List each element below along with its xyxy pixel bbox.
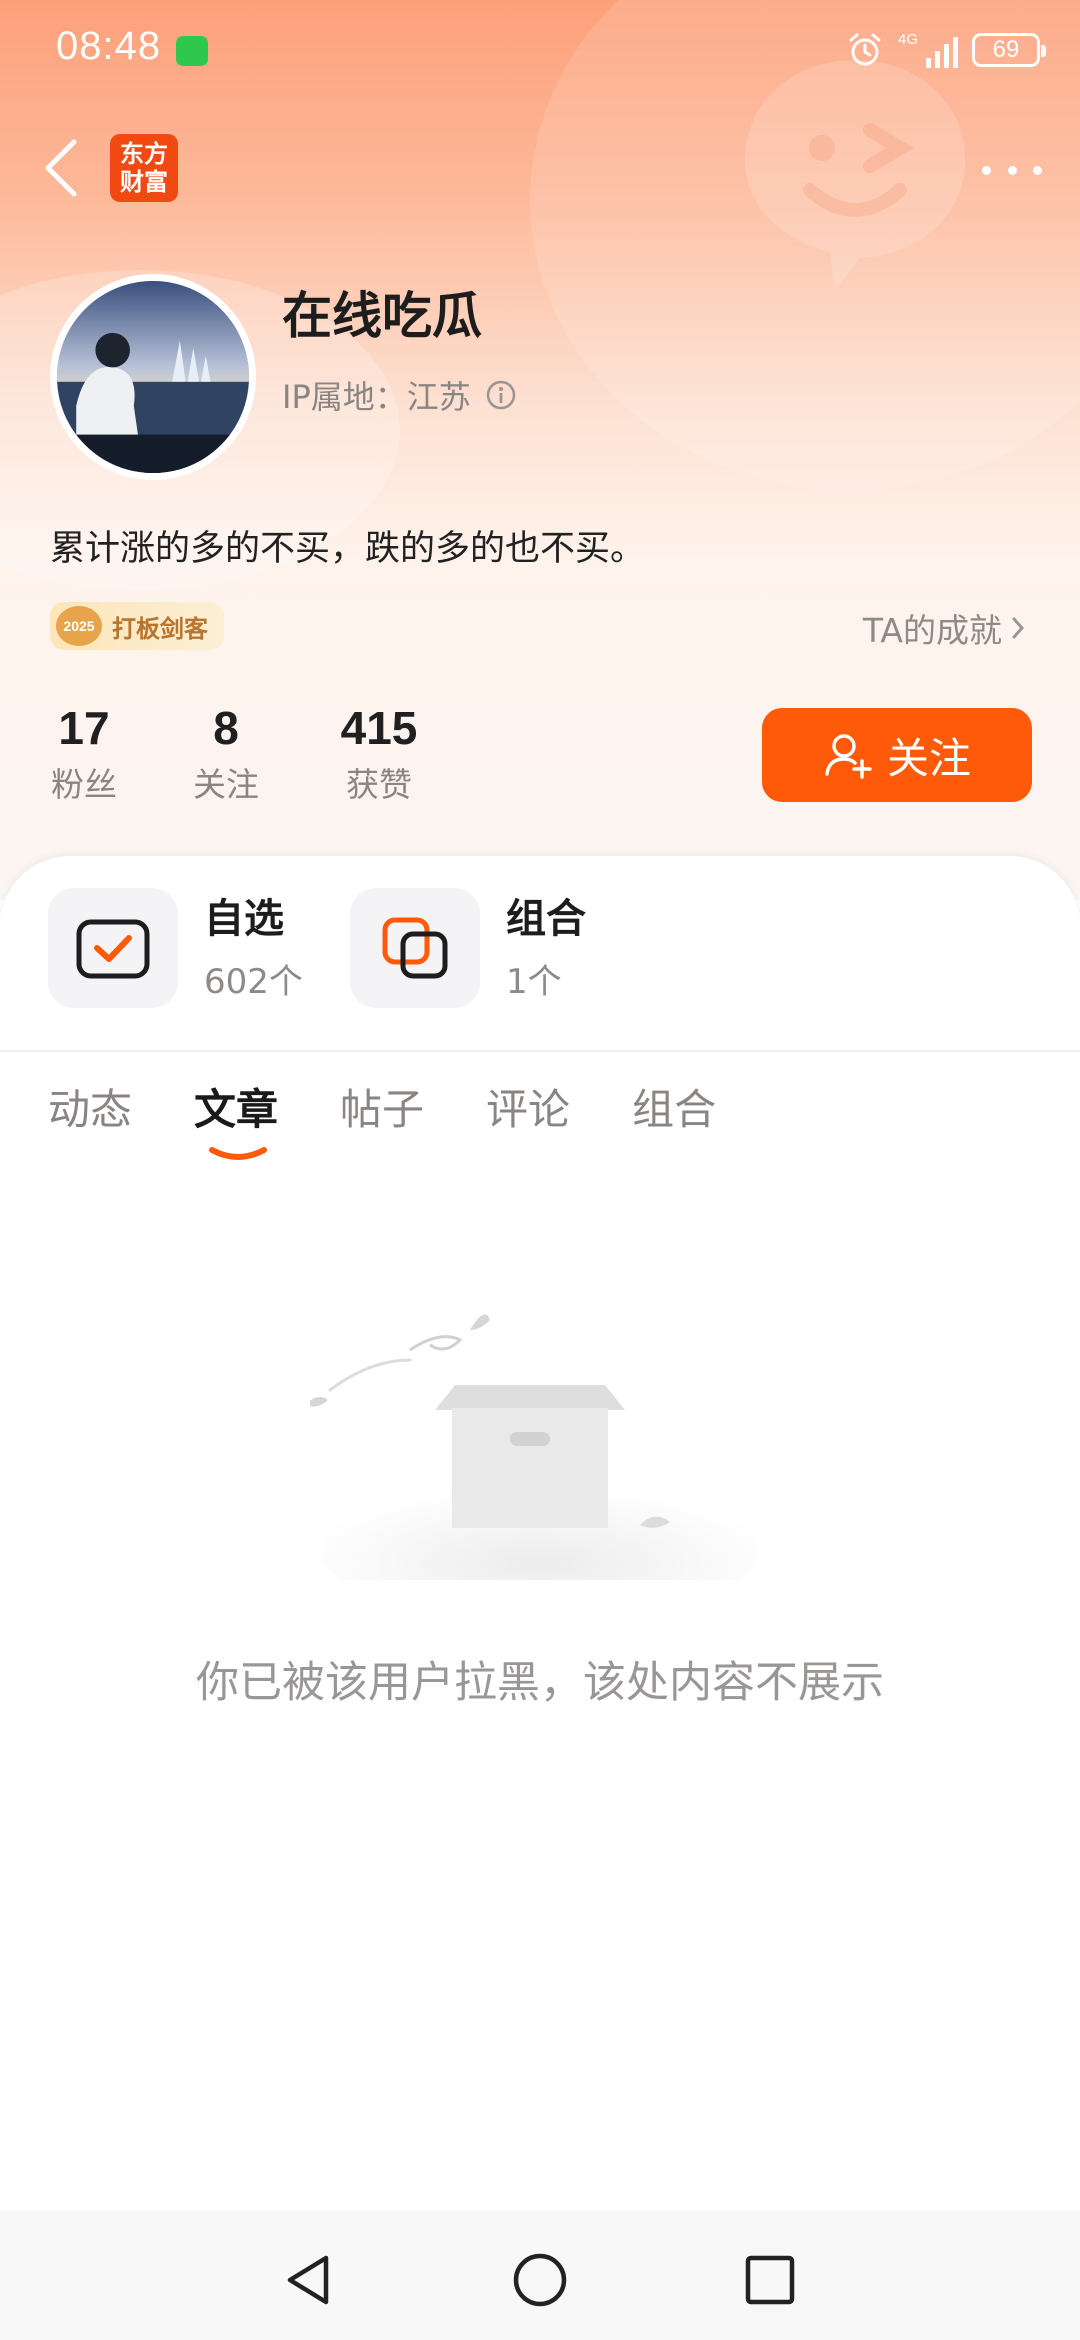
tab-dynamic[interactable]: 动态 — [48, 1080, 132, 1140]
avatar[interactable] — [50, 274, 256, 480]
portfolio-icon — [382, 917, 448, 979]
tab-articles[interactable]: 文章 — [194, 1080, 279, 1160]
achievement-link[interactable]: TA的成就 — [863, 604, 1028, 652]
stat-label: 粉丝 — [51, 765, 117, 804]
stat-value: 17 — [58, 702, 110, 754]
checkbox-icon — [76, 919, 150, 979]
ip-location: IP属地：江苏 — [282, 378, 471, 416]
alarm-icon — [849, 33, 881, 66]
more-icon[interactable] — [982, 150, 1042, 190]
tab-portfolio[interactable]: 组合 — [632, 1080, 716, 1140]
stat-label: 获赞 — [346, 765, 412, 804]
chat-bubble-decoration-icon — [745, 60, 965, 290]
bio: 累计涨的多的不买，跌的多的也不买。 — [50, 529, 646, 569]
back-icon[interactable] — [40, 136, 84, 200]
stat-value: 415 — [340, 702, 418, 754]
feature-title: 自选 — [204, 895, 284, 942]
chevron-right-icon — [1012, 617, 1025, 639]
achievement-label: TA的成就 — [862, 611, 1002, 650]
status-time: 08:48 — [56, 24, 162, 68]
badge-label: 打板剑客 — [112, 614, 208, 643]
empty-state-message: 你已被该用户拉黑，该处内容不展示 — [196, 1658, 884, 1708]
stat-value: 8 — [213, 702, 239, 754]
portfolio-icon-box — [350, 888, 480, 1008]
achievement-badge[interactable]: 2025 打板剑客 — [50, 602, 224, 650]
nav-recents-icon[interactable] — [740, 2250, 800, 2310]
battery-indicator: 69 — [972, 33, 1046, 67]
feature-title: 组合 — [506, 895, 586, 942]
app-logo: 东方 财富 — [110, 134, 178, 202]
watchlist-entry[interactable]: 自选 602个 — [48, 888, 303, 1008]
nav-home-icon[interactable] — [510, 2250, 570, 2310]
stat-label: 关注 — [193, 765, 259, 804]
follow-button[interactable]: 关注 — [762, 708, 1032, 802]
tab-active-indicator — [209, 1147, 268, 1160]
profile-screen: 08:48 4G 69 东方 财富 在线吃瓜 IP属地：江苏 累计涨的多的不买，… — [0, 0, 1080, 2340]
stat-following[interactable]: 8 关注 — [190, 700, 262, 806]
medal-icon: 2025 — [56, 606, 102, 646]
logo-text-line2: 财富 — [120, 168, 168, 196]
stat-likes[interactable]: 415 获赞 — [330, 700, 428, 806]
stat-fans[interactable]: 17 粉丝 — [48, 700, 120, 806]
signal-icon: 4G — [898, 32, 958, 68]
user-plus-icon — [825, 734, 872, 779]
portfolio-entry[interactable]: 组合 1个 — [350, 888, 586, 1008]
status-icons: 4G 69 — [846, 28, 1046, 72]
empty-box-illustration — [310, 1314, 760, 1580]
logo-text-line1: 东方 — [120, 140, 168, 168]
checkbox-icon-box — [48, 888, 178, 1008]
network-label: 4G — [897, 31, 918, 48]
nav-back-icon[interactable] — [280, 2250, 340, 2310]
info-icon[interactable] — [485, 379, 517, 411]
feature-count: 602个 — [204, 961, 303, 1002]
avatar-photo — [57, 281, 249, 473]
ip-location-row: IP属地：江苏 — [282, 372, 517, 418]
follow-label: 关注 — [886, 733, 971, 783]
tab-bar: 动态 文章 帖子 评论 组合 — [48, 1080, 716, 1160]
tab-posts[interactable]: 帖子 — [340, 1080, 424, 1140]
user-name: 在线吃瓜 — [282, 287, 482, 345]
tab-label: 文章 — [194, 1085, 279, 1134]
divider — [0, 1050, 1080, 1052]
wechat-icon — [176, 36, 208, 66]
feature-count: 1个 — [506, 961, 562, 1002]
tab-comments[interactable]: 评论 — [486, 1080, 570, 1140]
